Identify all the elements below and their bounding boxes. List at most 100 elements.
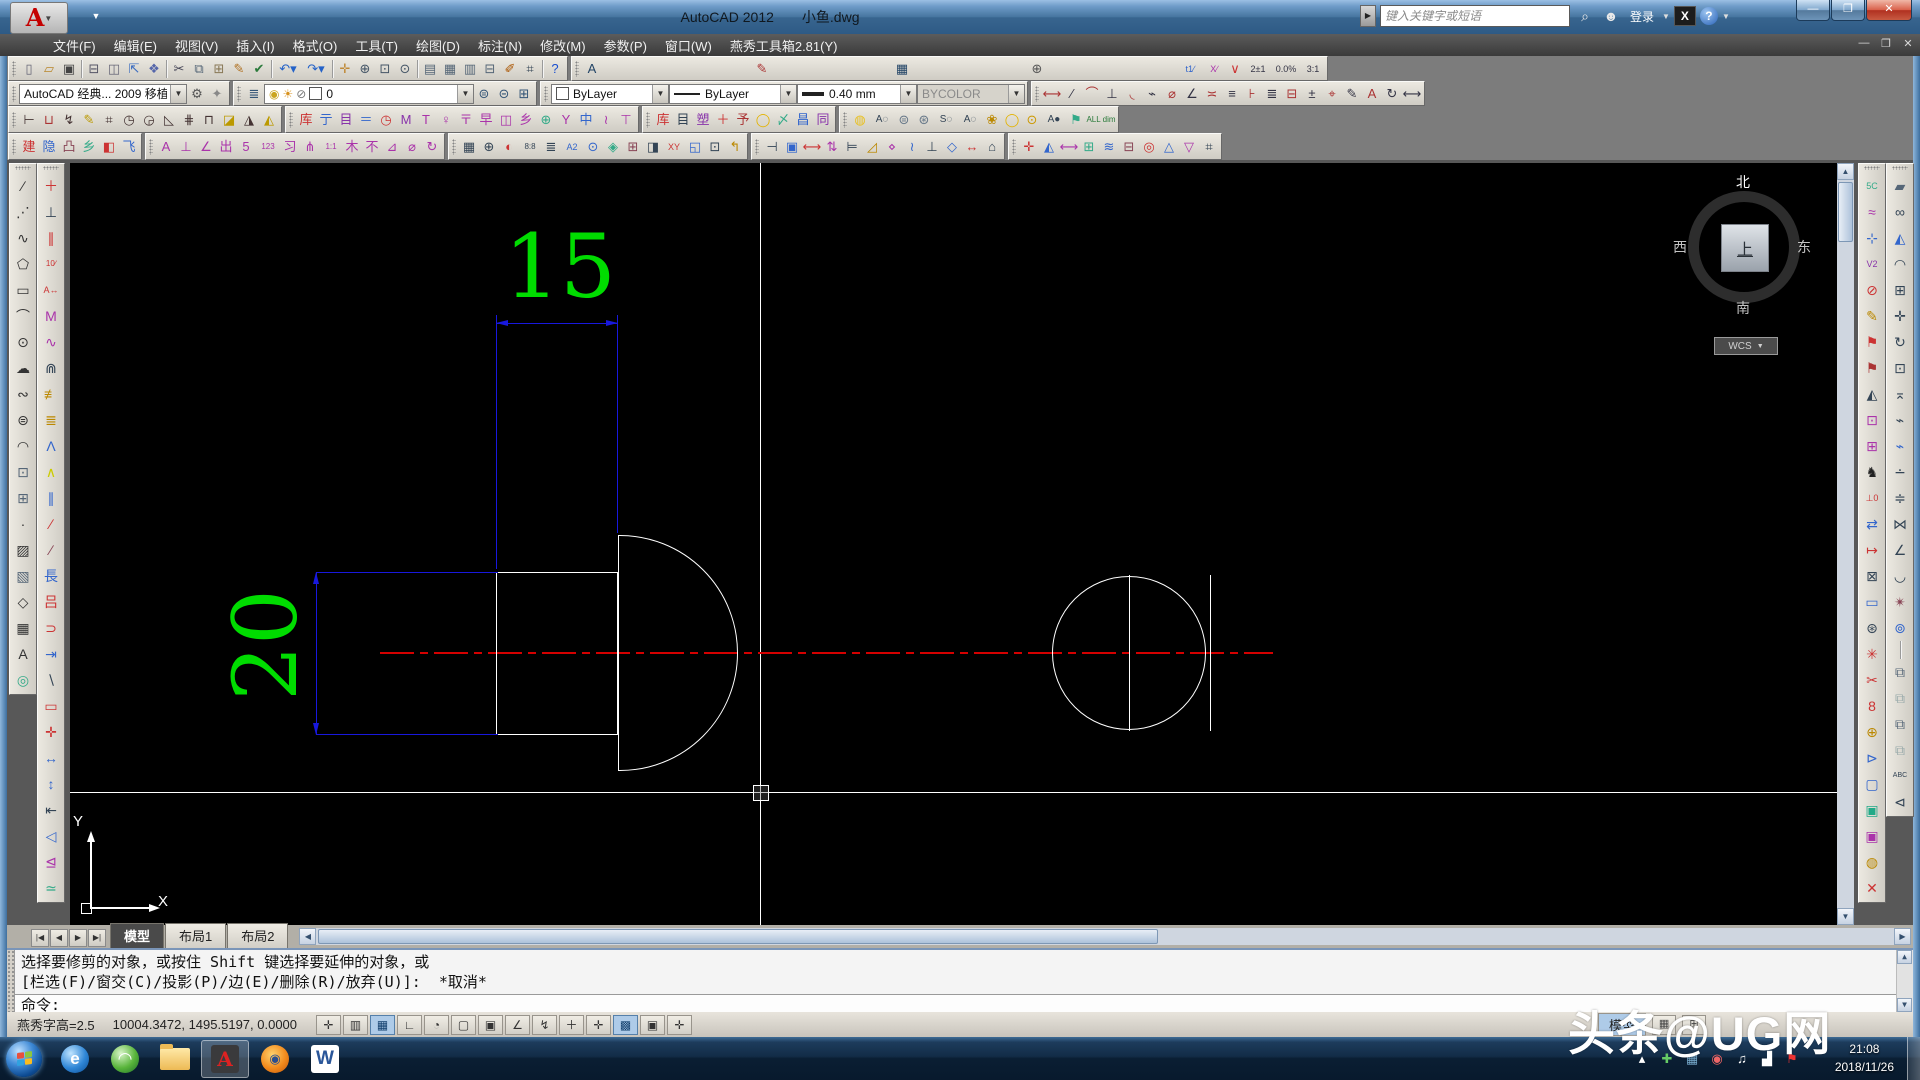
toolbar-icon[interactable]: ⊙ [1022, 110, 1042, 130]
undo-icon[interactable]: ↶▾ [274, 59, 302, 79]
toolbar-icon[interactable]: ↔ [962, 137, 982, 157]
menu-parametric[interactable]: 参数(P) [595, 34, 656, 57]
redo-icon[interactable]: ↷▾ [302, 59, 330, 79]
markup-icon[interactable]: ✐ [500, 59, 520, 79]
toolbar-icon[interactable]: 习 [280, 137, 300, 157]
designcenter-icon[interactable]: ▦ [440, 59, 460, 79]
toolbar-icon[interactable]: 5C [1860, 173, 1884, 199]
toolbar-icon[interactable]: ▦ [459, 137, 479, 157]
toolbar-icon[interactable]: ⊕ [1860, 719, 1884, 745]
annotation-visibility-icon[interactable]: t1∕ [1177, 59, 1203, 79]
toolbar-icon[interactable]: ≈ [1860, 199, 1884, 225]
toolbar-icon[interactable]: ⊥ [39, 199, 63, 225]
toolbar-icon[interactable]: V2 [1860, 251, 1884, 277]
toolbar-icon[interactable]: ◍ [1860, 849, 1884, 875]
line-icon[interactable]: ∕ [11, 173, 35, 199]
toolbar-icon[interactable]: ↔ [39, 745, 63, 771]
toolbar-icon[interactable]: △ [1159, 137, 1179, 157]
save-workspace-icon[interactable]: ✦ [207, 84, 227, 104]
toolbar-icon[interactable]: A [156, 137, 176, 157]
toolbar-icon[interactable]: ∠ [196, 137, 216, 157]
toolbar-icon[interactable]: 1:1 [320, 137, 342, 157]
toolbar-icon[interactable]: ⟷ [1059, 137, 1079, 157]
menu-dimension[interactable]: 标注(N) [469, 34, 531, 57]
toolbar-icon[interactable]: 乡 [79, 137, 99, 157]
toolbar-icon[interactable]: ◇ [942, 137, 962, 157]
maximize-button[interactable]: ❐ [1831, 0, 1865, 21]
layer-combo[interactable]: ◉ ☀ ⊘ 0 ▼ [264, 84, 474, 104]
toolbar-icon[interactable]: 8 [1860, 693, 1884, 719]
quick-access-dropdown[interactable]: ▼ [88, 8, 104, 24]
sc-toggle[interactable]: ▣ [640, 1015, 665, 1035]
toolbar-icon[interactable]: 予 [733, 110, 753, 130]
region-icon[interactable]: ◇ [11, 589, 35, 615]
mleader-style-icon[interactable]: ⊕ [1027, 59, 1047, 79]
start-button[interactable] [6, 1041, 42, 1077]
new-file-icon[interactable]: ▯ [19, 59, 39, 79]
last-tab-icon[interactable]: ▶| [88, 929, 106, 947]
tab-model[interactable]: 模型 [110, 923, 164, 948]
toolbar-icon[interactable]: ⚑ [1860, 329, 1884, 355]
toolbar-icon[interactable]: ◪ [219, 110, 239, 130]
spline-icon[interactable]: ∾ [11, 381, 35, 407]
vertical-scroll-track[interactable] [1837, 244, 1854, 908]
construction-line-icon[interactable]: ⋰ [11, 199, 35, 225]
tab-layout1[interactable]: 布局1 [165, 923, 226, 948]
chevron-down-icon[interactable]: ▼ [652, 85, 668, 103]
toolbar-icon[interactable]: ◺ [159, 110, 179, 130]
toolbar-icon[interactable]: ◨ [643, 137, 663, 157]
toolbar-icon[interactable]: ≣ [541, 137, 561, 157]
toolbar-icon[interactable]: ⚑ [1860, 355, 1884, 381]
toolbar-icon[interactable]: 飞 [119, 137, 139, 157]
dim-quick-icon[interactable]: ≍ [1202, 84, 1222, 104]
taskbar-word-icon[interactable]: W [301, 1040, 349, 1078]
grid2-toggle[interactable]: ▦ [370, 1015, 395, 1035]
toolbar-icon[interactable]: ◿ [862, 137, 882, 157]
toolbar-icon[interactable]: ⊜ [894, 110, 914, 130]
toolbar-grip[interactable] [1035, 86, 1039, 102]
toolbar-icon[interactable]: ⊥ [922, 137, 942, 157]
toolbar-icon[interactable]: Y [556, 110, 576, 130]
erase-icon[interactable]: ▰ [1888, 173, 1912, 199]
toolbar-icon[interactable]: ⊞ [1079, 137, 1099, 157]
dim-ordinate-icon[interactable]: ⊥ [1102, 84, 1122, 104]
toolbar-icon[interactable]: 同 [813, 110, 833, 130]
match-properties-icon[interactable]: ✎ [229, 59, 249, 79]
menu-window[interactable]: 窗口(W) [656, 34, 721, 57]
toolbar-icon[interactable]: ⇅ [822, 137, 842, 157]
chamfer-icon[interactable]: ∠ [1888, 537, 1912, 563]
taskbar-clock[interactable]: 21:08 2018/11/26 [1835, 1040, 1894, 1076]
bring-to-front-icon[interactable]: ⧉ [1888, 659, 1912, 685]
signin-link[interactable]: 登录 [1626, 8, 1658, 25]
extend-icon[interactable]: ⌁ [1888, 433, 1912, 459]
toolbar-icon[interactable]: ▭ [1860, 589, 1884, 615]
view-compass[interactable]: 上 北 南 西 东 [1669, 172, 1819, 322]
offset-icon[interactable]: ◠ [1888, 251, 1912, 277]
menu-tools[interactable]: 工具(T) [346, 34, 407, 57]
toolbar-icon[interactable]: 123 [256, 137, 280, 157]
help-icon[interactable]: ? [545, 59, 565, 79]
toolbar-icon[interactable]: ⊛ [914, 110, 934, 130]
toolbar-icon[interactable]: ▭ [39, 693, 63, 719]
tool-palettes-icon[interactable]: ▥ [460, 59, 480, 79]
toolbar-icon[interactable]: ↕ [39, 771, 63, 797]
toolbar-icon[interactable]: ◮ [239, 110, 259, 130]
ellipse-arc-icon[interactable]: ◠ [11, 433, 35, 459]
table-style-icon[interactable]: ▦ [892, 59, 912, 79]
wcs-indicator[interactable]: WCS▼ [1714, 337, 1778, 355]
help-icon[interactable]: ? [1700, 7, 1718, 25]
polar-toggle[interactable]: ◔ [424, 1015, 449, 1035]
break-icon[interactable]: ≑ [1888, 485, 1912, 511]
cut-icon[interactable]: ✂ [169, 59, 189, 79]
toolbar-icon[interactable]: ∥ [39, 225, 63, 251]
toolbar-grip[interactable] [237, 86, 241, 102]
toolbar-icon[interactable]: ≀ [902, 137, 922, 157]
toolbar-icon[interactable]: ◁ [39, 823, 63, 849]
toolbar-icon[interactable]: ≣ [39, 407, 63, 433]
make-block-icon[interactable]: ⊞ [11, 485, 35, 511]
user-icon[interactable]: ☻ [1600, 6, 1622, 26]
toolbar-icon[interactable]: 乡 [516, 110, 536, 130]
layer-states-icon[interactable]: ⊞ [514, 84, 534, 104]
toolbar-icon[interactable]: 凸 [59, 137, 79, 157]
compass-east-label[interactable]: 东 [1797, 237, 1811, 257]
